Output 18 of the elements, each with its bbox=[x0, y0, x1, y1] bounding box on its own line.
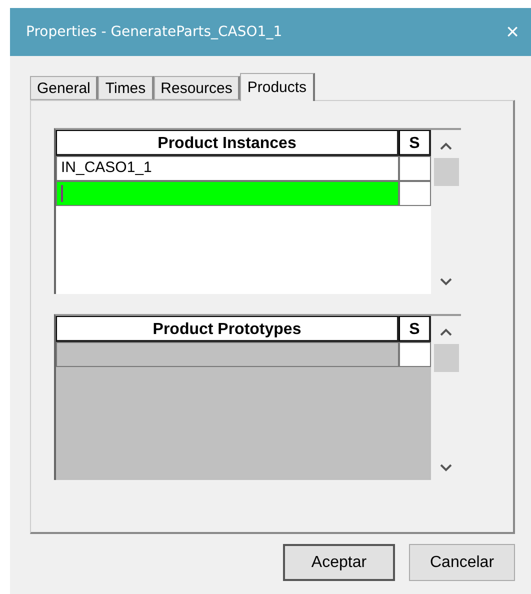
table-cell[interactable] bbox=[399, 181, 431, 206]
dialog-button[interactable]: Cancelar bbox=[409, 544, 515, 581]
table-cell[interactable] bbox=[399, 156, 431, 181]
dialog-button[interactable]: Aceptar bbox=[283, 544, 395, 581]
column-header: S bbox=[399, 130, 431, 156]
scroll-thumb[interactable] bbox=[434, 158, 458, 186]
tab[interactable]: Products bbox=[240, 73, 315, 101]
tab[interactable]: General bbox=[30, 76, 98, 100]
column-header: Product Instances bbox=[56, 130, 399, 156]
text-cursor bbox=[61, 184, 63, 202]
column-header: Product Prototypes bbox=[56, 316, 399, 342]
column-header: S bbox=[399, 316, 431, 342]
table-cell[interactable]: IN_CASO1_1 bbox=[56, 156, 399, 181]
table-cell[interactable] bbox=[56, 181, 399, 206]
window-title: Properties - GenerateParts_CASO1_1 bbox=[26, 24, 282, 40]
tab[interactable]: Resources bbox=[154, 76, 240, 100]
table[interactable]: Product Instances S IN_CASO1_1 bbox=[54, 128, 461, 294]
tab[interactable]: Times bbox=[98, 76, 154, 100]
